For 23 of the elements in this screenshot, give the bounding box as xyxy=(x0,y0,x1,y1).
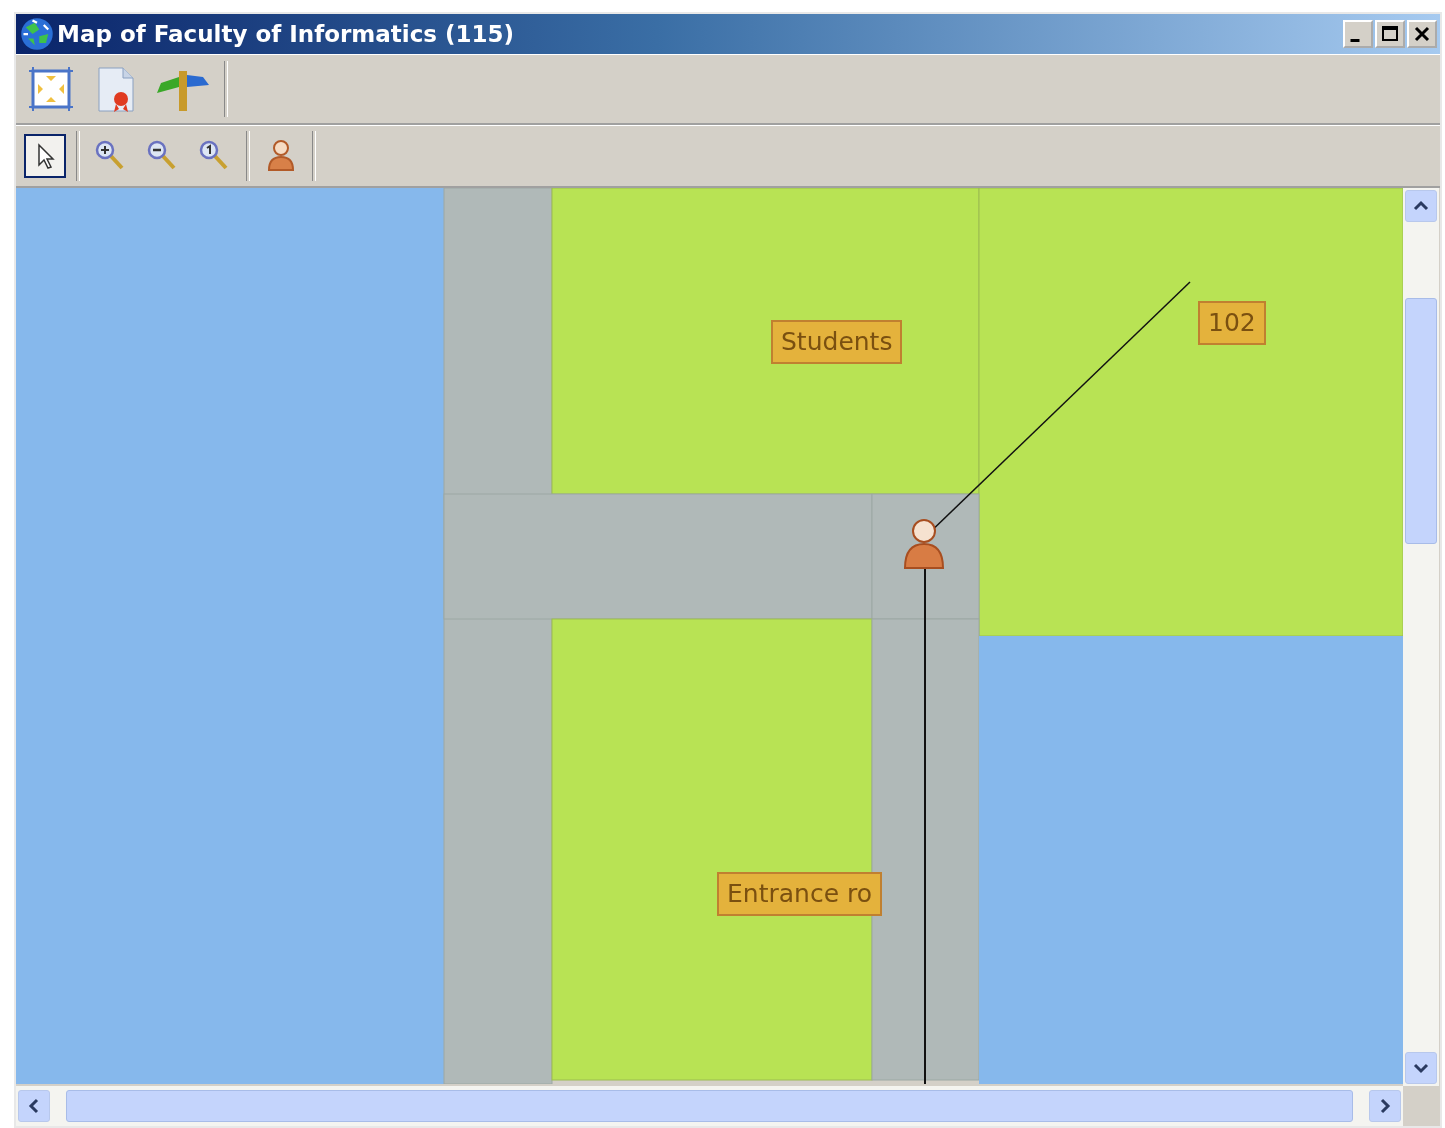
map-canvas[interactable]: Students 102 Entrance ro xyxy=(16,188,1403,1084)
minimize-icon xyxy=(1350,38,1360,42)
scroll-right-button[interactable] xyxy=(1369,1090,1401,1122)
close-button[interactable] xyxy=(1407,20,1437,48)
scroll-down-button[interactable] xyxy=(1405,1052,1437,1084)
person-icon xyxy=(266,138,296,174)
scroll-thumb[interactable] xyxy=(1405,298,1437,544)
maximize-icon xyxy=(1380,24,1400,44)
horizontal-scrollbar[interactable] xyxy=(16,1086,1403,1126)
room-label: Students xyxy=(771,320,903,364)
person-icon xyxy=(903,518,945,572)
scroll-thumb[interactable] xyxy=(66,1090,1353,1122)
room-label: 102 xyxy=(1198,301,1266,345)
window-title: Map of Faculty of Informatics (115) xyxy=(57,21,515,47)
globe-icon xyxy=(19,16,55,52)
maximize-button[interactable] xyxy=(1375,20,1405,48)
minimize-button[interactable] xyxy=(1343,20,1373,48)
pointer-tool-button[interactable] xyxy=(24,134,66,178)
close-icon xyxy=(1412,24,1432,44)
scroll-left-button[interactable] xyxy=(18,1090,50,1122)
room-label: Entrance ro xyxy=(717,872,882,916)
scroll-up-button[interactable] xyxy=(1405,190,1437,222)
vertical-scrollbar[interactable] xyxy=(1403,188,1439,1086)
